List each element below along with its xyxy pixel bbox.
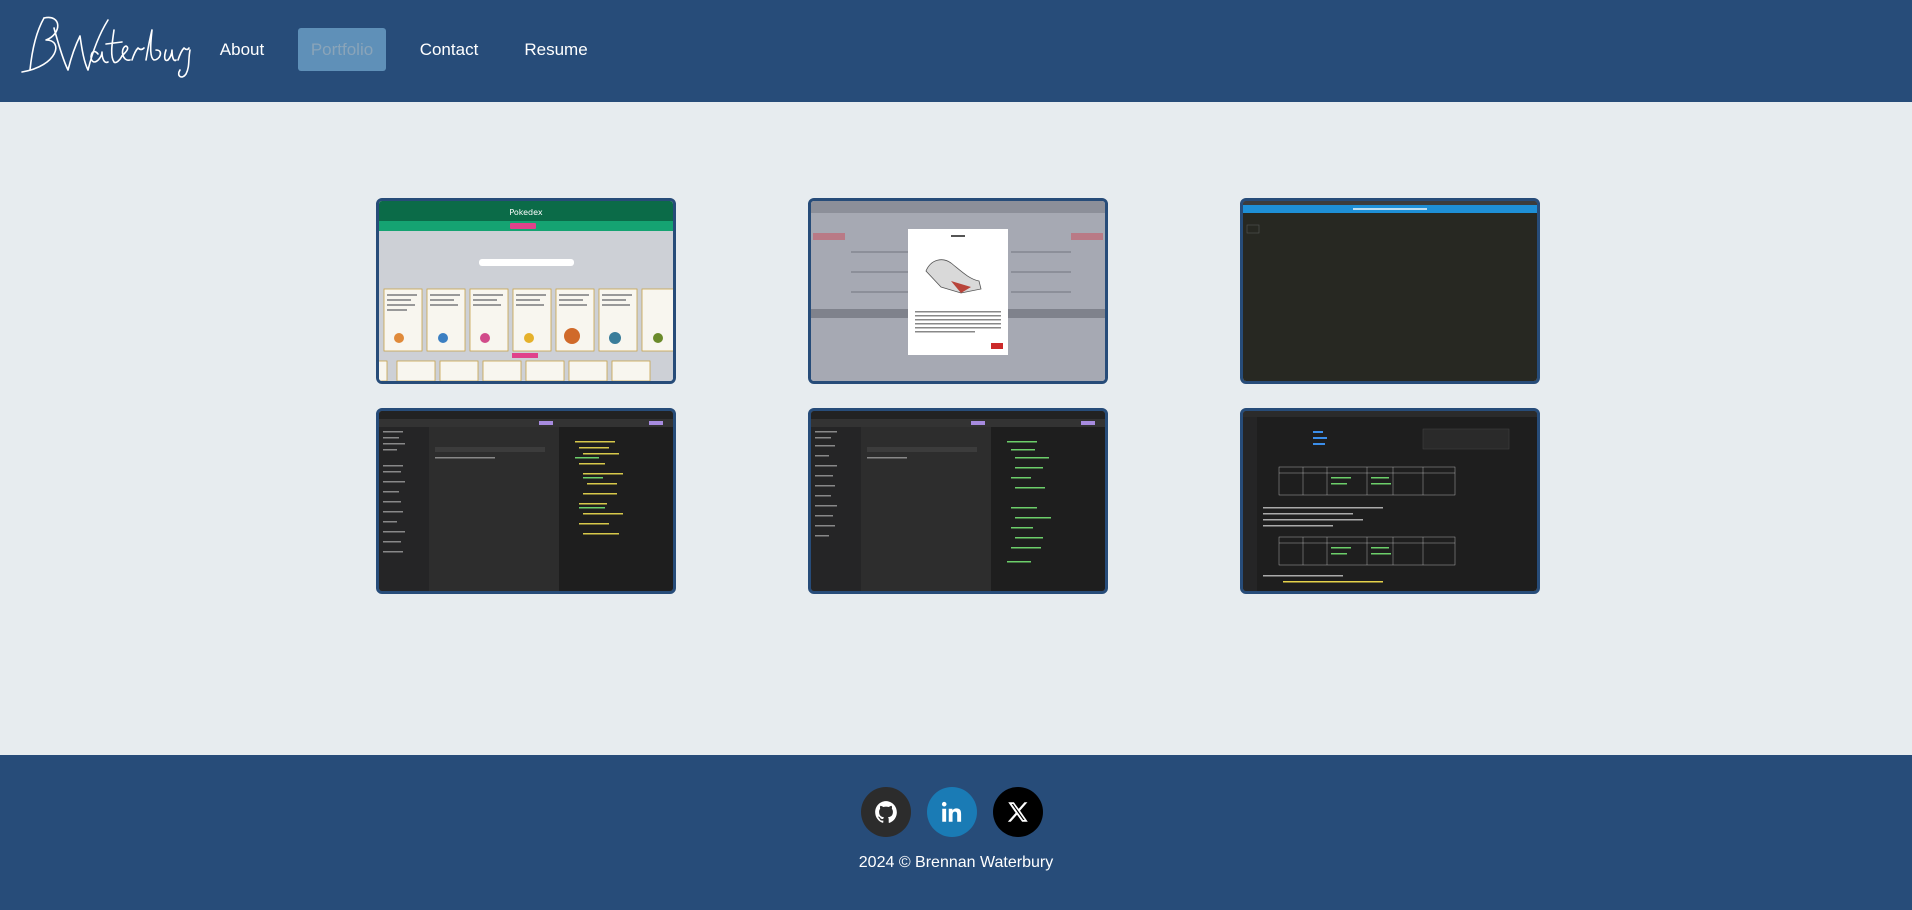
project-card-6[interactable] (1240, 408, 1540, 594)
site-footer: 2024 © Brennan Waterbury (0, 755, 1912, 910)
project-card-2[interactable] (808, 198, 1108, 384)
project-thumbnail: Pokedex (379, 201, 673, 381)
project-card-4[interactable] (376, 408, 676, 594)
project-thumbnail (1243, 411, 1537, 591)
github-link[interactable] (861, 787, 911, 837)
linkedin-icon (941, 801, 962, 822)
nav-contact[interactable]: Contact (413, 28, 485, 71)
x-icon (1007, 802, 1028, 822)
project-thumbnail (379, 411, 673, 591)
thumbnail-title: Pokedex (509, 208, 543, 217)
project-thumbnail (811, 201, 1105, 381)
nav-portfolio[interactable]: Portfolio (298, 28, 386, 71)
linkedin-link[interactable] (927, 787, 977, 837)
github-icon (875, 801, 897, 823)
project-card-5[interactable] (808, 408, 1108, 594)
project-thumbnail (811, 411, 1105, 591)
project-card-pokedex[interactable]: Pokedex (376, 198, 676, 384)
project-thumbnail (1243, 201, 1537, 381)
portfolio-section: Pokedex (0, 102, 1912, 755)
nav-resume[interactable]: Resume (519, 28, 593, 71)
site-header: About Portfolio Contact Resume (0, 0, 1912, 102)
x-link[interactable] (993, 787, 1043, 837)
logo[interactable] (18, 10, 193, 82)
nav-about[interactable]: About (210, 28, 274, 71)
project-card-3[interactable] (1240, 198, 1540, 384)
copyright-text: 2024 © Brennan Waterbury (858, 854, 1054, 871)
